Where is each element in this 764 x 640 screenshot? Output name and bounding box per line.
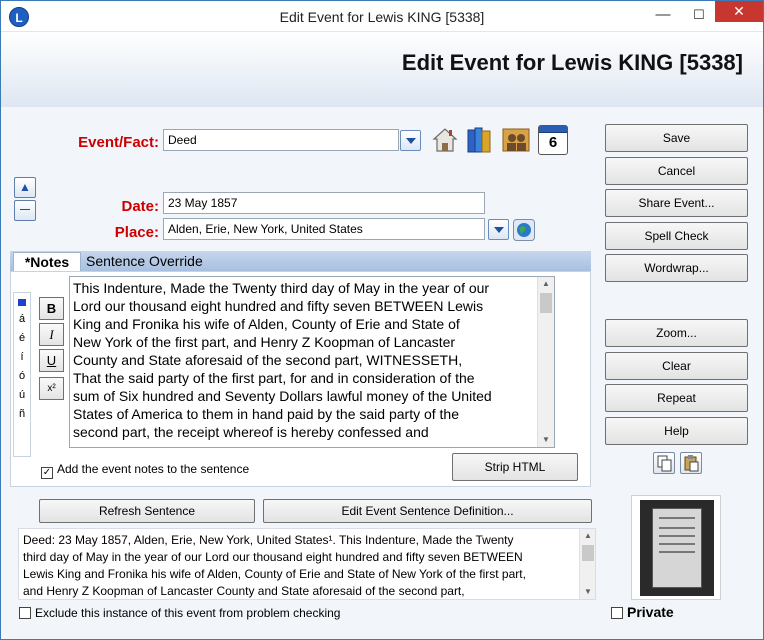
- paste-icon[interactable]: [680, 452, 702, 474]
- edit-event-window: L Edit Event for Lewis KING [5338] — ☐ ✕…: [0, 0, 764, 640]
- share-event-button[interactable]: Share Event...: [605, 189, 748, 217]
- tab-notes[interactable]: *Notes: [13, 252, 81, 272]
- accent-characters: á é í ó ú ñ: [13, 292, 31, 457]
- place-input[interactable]: Alden, Erie, New York, United States: [163, 218, 485, 240]
- accent-i[interactable]: í: [14, 351, 30, 363]
- add-notes-label: Add the event notes to the sentence: [57, 462, 250, 476]
- refresh-sentence-button[interactable]: Refresh Sentence: [39, 499, 255, 523]
- notes-line: States of America to them in hand paid b…: [73, 406, 460, 422]
- header-banner: Edit Event for Lewis KING [5338]: [1, 32, 763, 107]
- accent-o[interactable]: ó: [14, 370, 30, 382]
- accent-a[interactable]: á: [14, 313, 30, 325]
- calendar-day: 6: [548, 134, 558, 151]
- calendar-icon[interactable]: 6: [538, 125, 568, 155]
- clear-button[interactable]: Clear: [605, 352, 748, 380]
- help-button[interactable]: Help: [605, 417, 748, 445]
- notes-line: second part, the receipt whereof is here…: [73, 424, 429, 440]
- copy-icon[interactable]: [653, 452, 675, 474]
- title-bar: L Edit Event for Lewis KING [5338] — ☐ ✕: [1, 1, 763, 32]
- notes-line: King and Fronika his wife of Alden, Coun…: [73, 316, 460, 332]
- notes-textarea[interactable]: This Indenture, Made the Twenty third da…: [69, 276, 555, 448]
- place-dropdown-button[interactable]: [488, 219, 509, 240]
- edit-sentence-definition-button[interactable]: Edit Event Sentence Definition...: [263, 499, 592, 523]
- notes-tab-bar: *Notes Sentence Override: [10, 251, 591, 272]
- italic-button[interactable]: I: [39, 323, 64, 346]
- media-thumbnail[interactable]: [631, 495, 721, 600]
- exclude-checkbox[interactable]: [19, 607, 31, 619]
- underline-button[interactable]: U: [39, 349, 64, 372]
- accent-u[interactable]: ú: [14, 389, 30, 401]
- event-fact-label: Event/Fact:: [78, 134, 159, 151]
- accent-color-swatch[interactable]: [18, 299, 26, 306]
- event-dropdown-button[interactable]: [400, 130, 421, 151]
- notes-line: County and State aforesaid of the second…: [73, 352, 463, 368]
- page-title: Edit Event for Lewis KING [5338]: [401, 50, 743, 75]
- minimize-button[interactable]: —: [646, 1, 680, 31]
- bold-button[interactable]: B: [39, 297, 64, 320]
- notes-line: That the said party of the first part, f…: [73, 370, 475, 386]
- repeat-button[interactable]: Repeat: [605, 384, 748, 412]
- exclude-checkbox-row[interactable]: Exclude this instance of this event from…: [19, 606, 340, 620]
- family-icon[interactable]: [501, 125, 531, 155]
- notes-line: Lord our thousand eight hundred and fift…: [73, 298, 484, 314]
- date-input[interactable]: 23 May 1857: [163, 192, 485, 214]
- save-button[interactable]: Save: [605, 124, 748, 152]
- accent-n[interactable]: ñ: [14, 408, 30, 420]
- maximize-button[interactable]: ☐: [682, 1, 716, 31]
- zoom-button[interactable]: Zoom...: [605, 319, 748, 347]
- superscript-button[interactable]: x²: [39, 377, 64, 400]
- sentence-line: Deed: 23 May 1857, Alden, Erie, New York…: [23, 533, 514, 547]
- sentence-line: Lewis King and Fronika his wife of Alden…: [23, 567, 526, 581]
- sentence-line: and Henry Z Koopman of Lancaster County …: [23, 584, 465, 598]
- sentence-line: third day of May in the year of our Lord…: [23, 550, 523, 564]
- private-checkbox-row[interactable]: Private: [611, 604, 674, 620]
- notes-line: New York of the first part, and Henry Z …: [73, 334, 456, 350]
- scroll-up-arrow[interactable]: ▲: [580, 529, 595, 543]
- place-label: Place:: [114, 224, 159, 241]
- sentence-preview: Deed: 23 May 1857, Alden, Erie, New York…: [18, 528, 596, 600]
- collapse-button[interactable]: —: [14, 200, 36, 221]
- wordwrap-button[interactable]: Wordwrap...: [605, 254, 748, 282]
- add-notes-checkbox-row[interactable]: ✓ Add the event notes to the sentence: [41, 462, 249, 479]
- books-icon[interactable]: [465, 124, 495, 154]
- private-label: Private: [627, 604, 674, 620]
- private-checkbox[interactable]: [611, 607, 623, 619]
- scroll-up-arrow[interactable]: ▲: [538, 277, 554, 291]
- notes-panel: á é í ó ú ñ B I U x² This Indenture, Mad…: [10, 271, 591, 487]
- document-image: [640, 500, 714, 596]
- spell-check-button[interactable]: Spell Check: [605, 222, 748, 250]
- strip-html-button[interactable]: Strip HTML: [452, 453, 578, 481]
- notes-line: This Indenture, Made the Twenty third da…: [73, 280, 490, 296]
- add-notes-checkbox[interactable]: ✓: [41, 467, 53, 479]
- cancel-button[interactable]: Cancel: [605, 157, 748, 185]
- scroll-thumb[interactable]: [582, 545, 594, 561]
- sentence-scrollbar[interactable]: ▲ ▼: [579, 529, 595, 599]
- event-fact-input[interactable]: Deed: [163, 129, 399, 151]
- notes-line: sum of Six hundred and Seventy Dollars l…: [73, 388, 492, 404]
- scroll-down-arrow[interactable]: ▼: [538, 433, 554, 447]
- scroll-thumb[interactable]: [540, 293, 552, 313]
- house-icon[interactable]: [430, 124, 460, 154]
- move-up-button[interactable]: ▲: [14, 177, 36, 198]
- scroll-down-arrow[interactable]: ▼: [580, 585, 595, 599]
- date-label: Date:: [121, 198, 159, 215]
- close-button[interactable]: ✕: [715, 1, 763, 22]
- tab-sentence-override[interactable]: Sentence Override: [86, 252, 203, 270]
- globe-icon[interactable]: [513, 219, 535, 241]
- accent-e[interactable]: é: [14, 332, 30, 344]
- notes-scrollbar[interactable]: ▲ ▼: [537, 277, 554, 447]
- exclude-label: Exclude this instance of this event from…: [35, 606, 341, 620]
